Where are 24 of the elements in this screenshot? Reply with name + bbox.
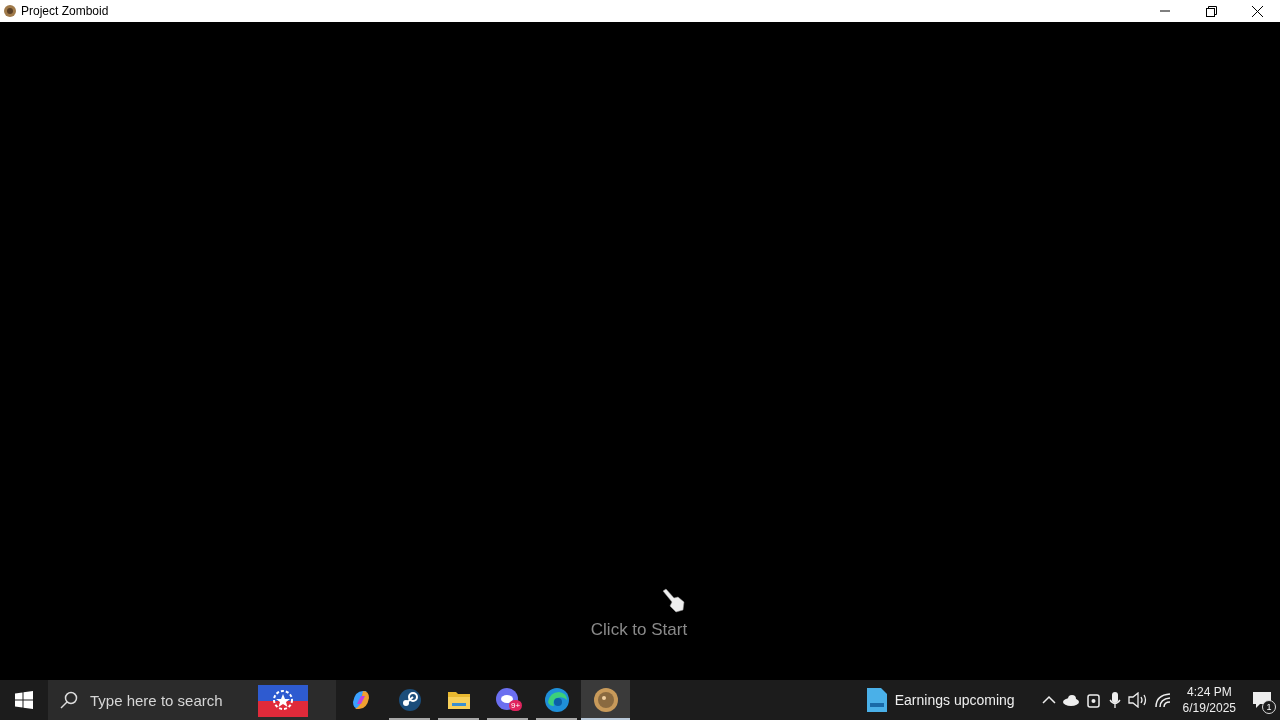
taskbar-app[interactable] — [581, 680, 630, 720]
news-widget[interactable]: Earnings upcoming — [860, 680, 1021, 720]
search-bar[interactable]: Type here to search — [48, 680, 336, 720]
notification-badge: 9+ — [509, 700, 523, 711]
game-logo-icon — [3, 4, 17, 18]
window-title: Project Zomboid — [21, 4, 110, 18]
flag-icon — [258, 683, 308, 717]
document-icon — [866, 688, 887, 712]
notification-count: 1 — [1262, 700, 1276, 714]
search-icon — [60, 691, 78, 709]
notifications-button[interactable]: 1 — [1244, 680, 1280, 720]
game-logo-icon — [592, 687, 619, 713]
chevron-up-icon — [1041, 695, 1056, 705]
browser-icon — [543, 687, 570, 713]
folder-icon — [446, 689, 471, 711]
taskbar-app[interactable]: 9+ — [483, 680, 532, 720]
windows-logo-icon — [15, 691, 33, 709]
hand-pointer-icon — [661, 588, 687, 614]
clock[interactable]: 4:24 PM 6/19/2025 — [1174, 684, 1244, 716]
search-field[interactable]: Type here to search — [88, 690, 258, 710]
steam-icon — [397, 688, 422, 712]
restore-icon — [1205, 5, 1217, 17]
close-icon — [1251, 5, 1263, 17]
start-prompt[interactable]: Click to Start — [590, 620, 688, 640]
